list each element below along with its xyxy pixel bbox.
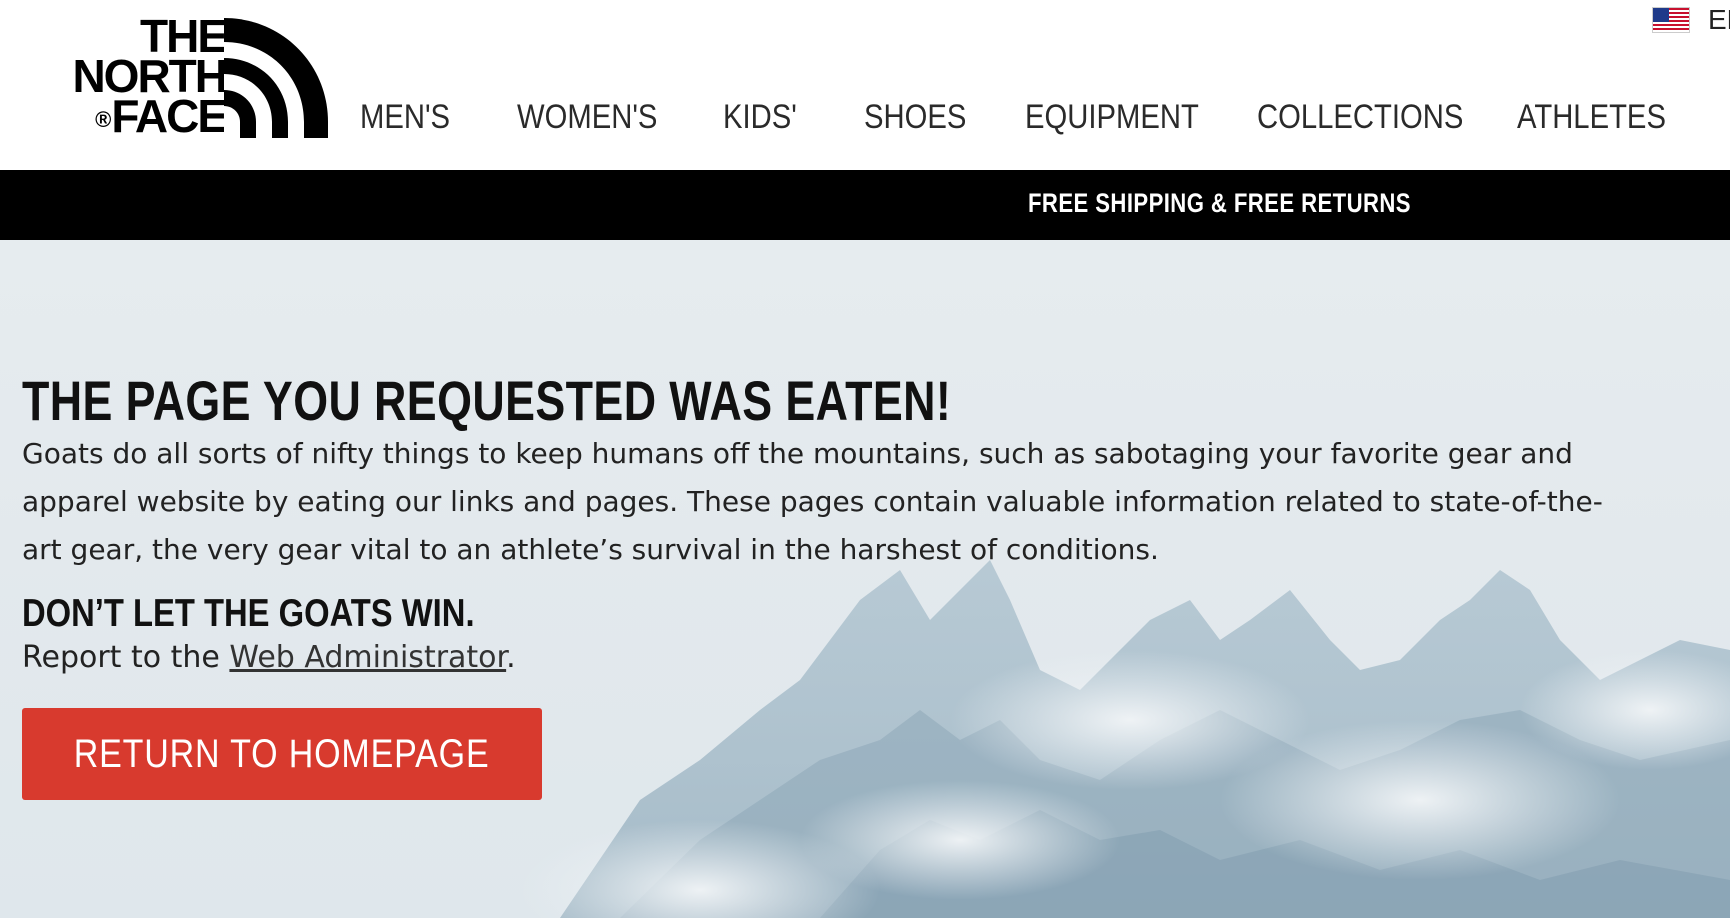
return-to-homepage-label: RETURN TO HOMEPAGE <box>74 731 490 776</box>
mountain-background-image <box>520 560 1730 918</box>
nav-item-collections[interactable]: COLLECTIONS <box>1257 98 1463 137</box>
language-selector[interactable]: EN <box>1652 4 1730 36</box>
half-dome-icon <box>224 18 328 138</box>
hero-background <box>0 240 1730 918</box>
promo-text[interactable]: FREE SHIPPING & FREE RETURNS <box>1028 188 1411 219</box>
report-line: Report to the Web Administrator. <box>22 640 516 675</box>
site-header: THE NORTH ®FACE MEN'S WOMEN'S KIDS' SHOE… <box>0 0 1730 170</box>
registered-mark: ® <box>95 106 112 132</box>
nav-item-shoes[interactable]: SHOES <box>864 98 966 137</box>
error-description: Goats do all sorts of nifty things to ke… <box>22 437 1603 566</box>
nav-item-mens[interactable]: MEN'S <box>360 98 450 137</box>
nav-item-athletes[interactable]: ATHLETES <box>1517 98 1666 137</box>
page-headline: THE PAGE YOU REQUESTED WAS EATEN! <box>22 369 952 432</box>
language-label: EN <box>1708 4 1730 35</box>
return-to-homepage-button[interactable]: RETURN TO HOMEPAGE <box>22 708 542 800</box>
nav-item-womens[interactable]: WOMEN'S <box>517 98 657 137</box>
logo-line-face: FACE <box>111 90 228 142</box>
report-suffix: . <box>506 640 516 675</box>
logo-wordmark: THE NORTH ®FACE <box>36 13 228 142</box>
subheadline: DON’T LET THE GOATS WIN. <box>22 592 475 635</box>
report-prefix: Report to the <box>22 640 230 675</box>
us-flag-icon <box>1652 7 1690 33</box>
nav-item-equipment[interactable]: EQUIPMENT <box>1025 98 1199 137</box>
nav-item-kids[interactable]: KIDS' <box>723 98 797 137</box>
the-north-face-logo[interactable]: THE NORTH ®FACE <box>36 13 328 142</box>
web-administrator-link[interactable]: Web Administrator <box>229 640 506 675</box>
promo-banner: FREE SHIPPING & FREE RETURNS <box>0 170 1730 240</box>
